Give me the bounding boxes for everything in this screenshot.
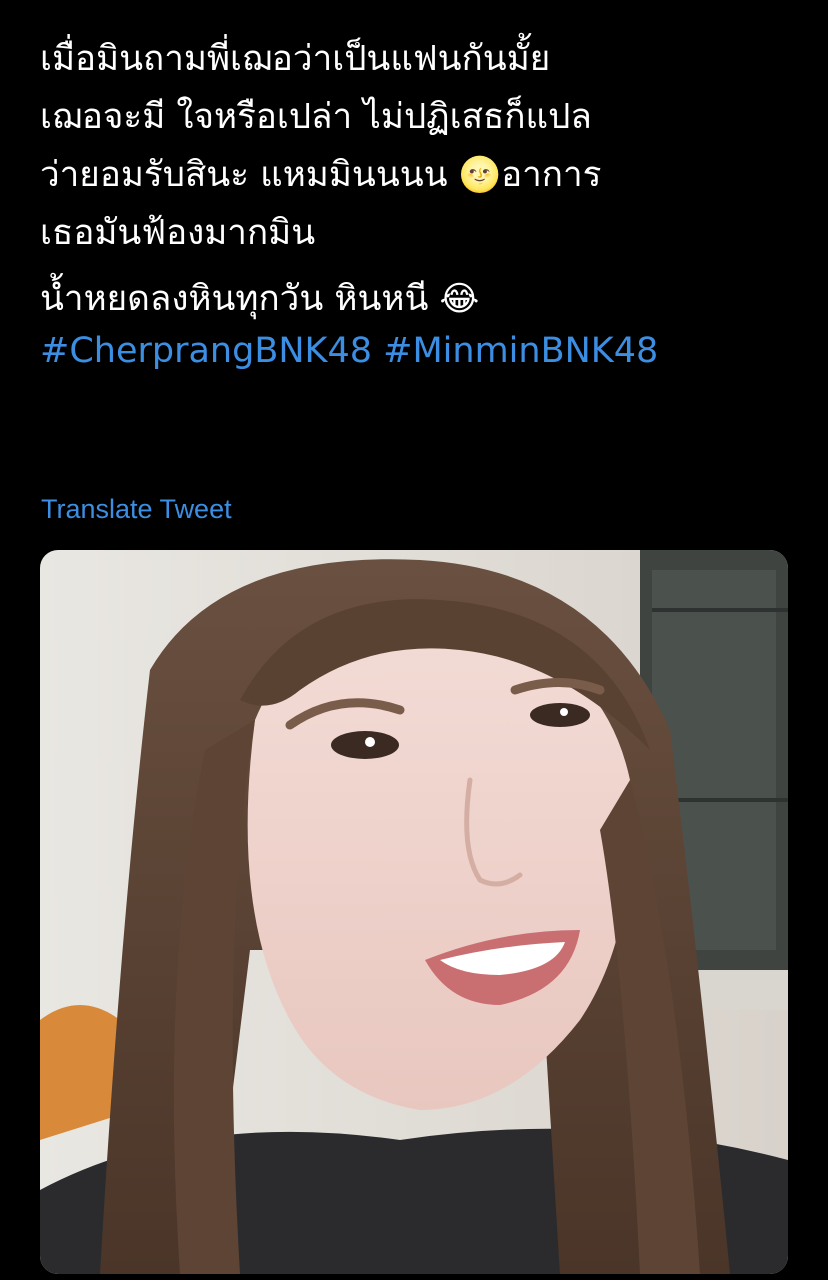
moon-face-emoji: 🌝 (458, 155, 502, 195)
tweet-line-2: เฌอจะมี ใจหรือเปล่า ไม่ปฏิเสธก็แปล (40, 97, 592, 137)
hashtag-row: #CherprangBNK48 #MinminBNK48 (40, 322, 800, 380)
tweet-text: เมื่อมินถามพี่เฌอว่าเป็นแฟนกันมั้ย เฌอจะ… (40, 30, 800, 380)
hashtag-minmin[interactable]: #MinminBNK48 (383, 331, 658, 371)
laughing-tears-emoji: 😂 (439, 279, 480, 319)
tweet-line-5-text: น้ำหยดลงหินทุกวัน หินหนี (40, 279, 429, 319)
video-frame-person-icon (40, 550, 788, 1274)
tweet-line-5: น้ำหยดลงหินทุกวัน หินหนี 😂 (40, 270, 800, 328)
tweet-media[interactable] (40, 550, 788, 1274)
tweet-paragraph-2: น้ำหยดลงหินทุกวัน หินหนี 😂 #CherprangBNK… (40, 270, 800, 380)
tweet-paragraph-1: เมื่อมินถามพี่เฌอว่าเป็นแฟนกันมั้ย เฌอจะ… (40, 30, 800, 262)
tweet-line-1: เมื่อมินถามพี่เฌอว่าเป็นแฟนกันมั้ย (40, 39, 551, 79)
tweet-line-3: ว่ายอมรับสินะ แหมมินนนน 🌝อาการ (40, 146, 800, 204)
hashtag-cherprang[interactable]: #CherprangBNK48 (40, 331, 372, 371)
tweet-line-3-text: ว่ายอมรับสินะ แหมมินนนน (40, 155, 448, 195)
tweet-line-3-suffix: อาการ (501, 155, 602, 195)
translate-tweet-link[interactable]: Translate Tweet (41, 491, 232, 527)
tweet-line-4: เธอมันฟ้องมากมิน (40, 213, 316, 253)
